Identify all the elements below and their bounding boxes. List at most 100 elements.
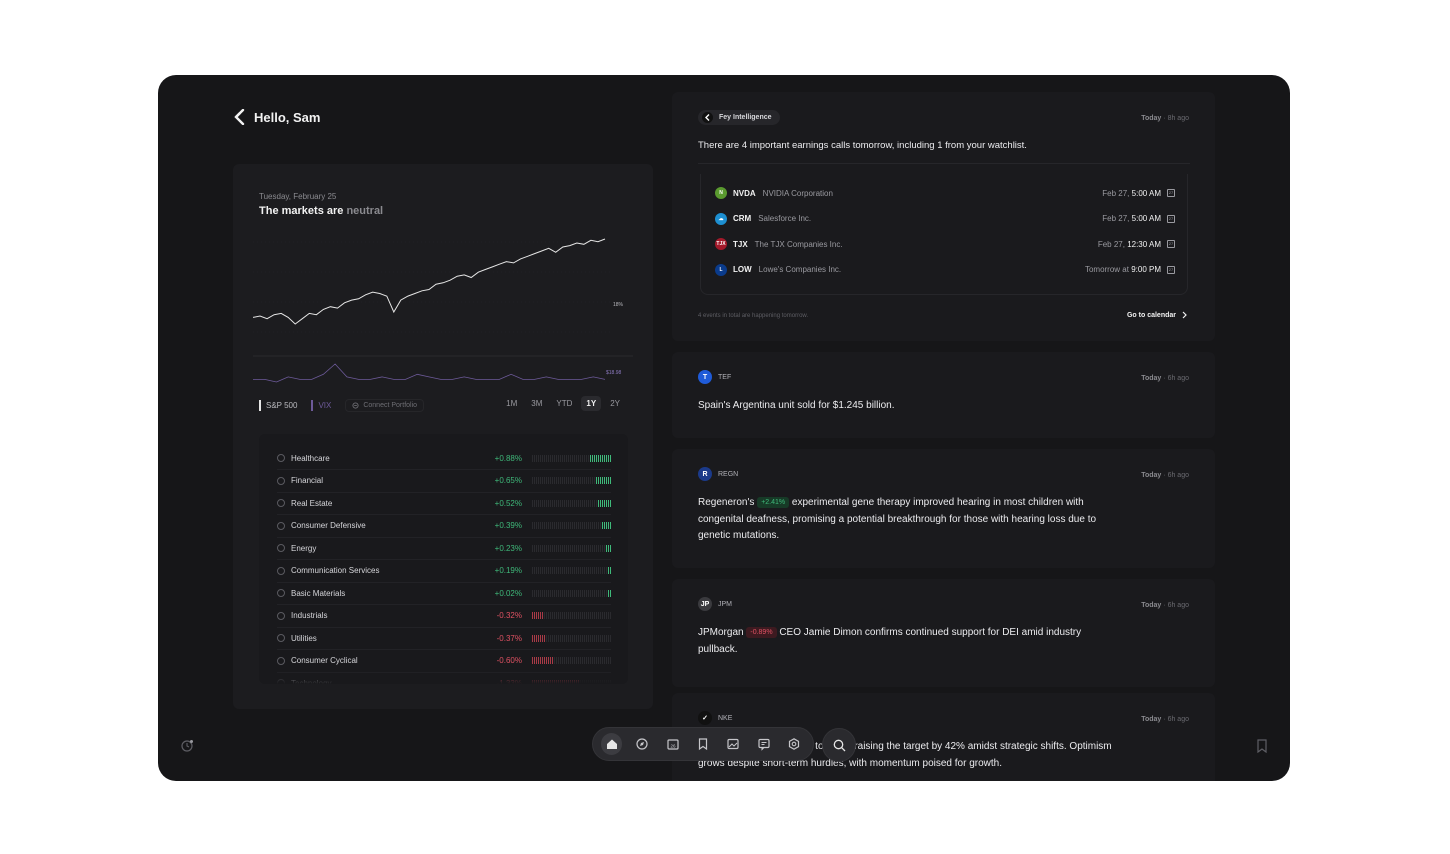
bottom-dock: 26 bbox=[592, 727, 814, 761]
news-ticker-tag: R REGN bbox=[698, 467, 738, 481]
range-3m[interactable]: 3M bbox=[526, 396, 547, 411]
add-to-calendar-icon[interactable]: 27 bbox=[1167, 240, 1175, 248]
fey-logo-icon bbox=[234, 109, 246, 125]
connect-portfolio-button[interactable]: Connect Portfolio bbox=[345, 399, 425, 412]
chevron-right-icon bbox=[1182, 311, 1187, 319]
news-card[interactable]: JP JPM Today · 6h ago JPMorgan -0.89% CEO J… bbox=[672, 579, 1215, 687]
earnings-company: NVIDIA Corporation bbox=[762, 188, 833, 198]
range-1y[interactable]: 1Y bbox=[581, 396, 602, 411]
sector-change: +0.39% bbox=[494, 521, 522, 530]
fey-intelligence-label: Fey Intelligence bbox=[719, 114, 772, 121]
legend-vix[interactable]: VIX bbox=[311, 400, 331, 411]
sector-icon bbox=[277, 634, 285, 642]
sector-change: +0.65% bbox=[494, 476, 522, 485]
sector-strength-bar bbox=[532, 477, 611, 484]
earnings-ticker: TJX bbox=[733, 239, 748, 249]
sector-name: Healthcare bbox=[291, 453, 330, 463]
sector-name: Real Estate bbox=[291, 498, 333, 508]
news-text: Spain's Argentina unit sold for $1.245 b… bbox=[698, 400, 895, 411]
earnings-row[interactable]: N NVDA NVIDIA Corporation Feb 27, 5:00 AM 27 bbox=[715, 184, 1175, 202]
news-ticker: REGN bbox=[718, 470, 739, 478]
company-logo-icon: R bbox=[698, 467, 712, 481]
dock-image-button[interactable] bbox=[723, 733, 744, 755]
news-time: Today · 6h ago bbox=[1141, 472, 1189, 479]
search-button[interactable] bbox=[822, 728, 856, 762]
vix-end-label: $18.98 bbox=[606, 370, 622, 376]
market-chart[interactable]: 18% $18.98 bbox=[253, 224, 633, 384]
sector-strength-bar bbox=[532, 544, 611, 552]
legend-vix-label: VIX bbox=[318, 401, 332, 410]
fey-intelligence-card[interactable]: Fey Intelligence Today · 8h ago There ar… bbox=[672, 92, 1215, 341]
dock-chat-button[interactable] bbox=[753, 733, 774, 755]
range-ytd[interactable]: YTD bbox=[551, 396, 577, 411]
sector-icon bbox=[277, 566, 285, 575]
sector-name: Energy bbox=[291, 543, 317, 553]
sector-change: +0.02% bbox=[494, 588, 522, 598]
news-time: Today · 6h ago bbox=[1141, 375, 1189, 382]
news-ticker: NKE bbox=[718, 714, 733, 722]
range-2y[interactable]: 2Y bbox=[605, 396, 625, 411]
earnings-row[interactable]: L LOW Lowe's Companies Inc. Tomorrow at 9:0… bbox=[715, 261, 1175, 279]
search-icon bbox=[833, 739, 845, 751]
dock-calendar-button[interactable]: 26 bbox=[662, 733, 683, 755]
sector-row[interactable]: Consumer Defensive +0.39% bbox=[277, 515, 611, 538]
dock-settings-button[interactable] bbox=[784, 733, 805, 755]
news-time: Today · 6h ago bbox=[1141, 602, 1189, 609]
connect-portfolio-label: Connect Portfolio bbox=[363, 402, 418, 409]
earnings-datetime: Feb 27, 5:00 AM bbox=[1102, 214, 1161, 223]
sector-row[interactable]: Healthcare +0.88% bbox=[277, 447, 611, 470]
sector-icon bbox=[277, 656, 285, 665]
sector-strength-bar bbox=[532, 567, 611, 574]
sector-performance-list: Healthcare +0.88% Financial +0.65% Real Esta… bbox=[259, 434, 628, 684]
sector-name: Consumer Cyclical bbox=[291, 656, 358, 665]
sector-row[interactable]: Financial +0.65% bbox=[277, 470, 611, 493]
market-status: neutral bbox=[346, 205, 384, 217]
sector-change: -0.32% bbox=[496, 611, 522, 620]
company-logo-icon: N bbox=[715, 187, 727, 199]
sector-row[interactable]: Communication Services +0.19% bbox=[277, 560, 611, 583]
add-to-calendar-icon[interactable]: 27 bbox=[1167, 214, 1175, 223]
news-card[interactable]: T TEF Today · 6h ago Spain's Argentina unit… bbox=[672, 352, 1215, 438]
range-1m[interactable]: 1M bbox=[501, 396, 522, 411]
market-date: Tuesday, February 25 bbox=[259, 192, 337, 201]
earnings-company: The TJX Companies Inc. bbox=[754, 239, 843, 249]
dock-home-button[interactable] bbox=[601, 733, 623, 755]
earnings-ticker: CRM bbox=[733, 214, 752, 223]
company-logo-icon: JP bbox=[698, 597, 712, 611]
dock-bookmark-button[interactable] bbox=[692, 733, 713, 755]
legend-sp500[interactable]: S&P 500 bbox=[259, 400, 297, 411]
company-logo-icon: T bbox=[698, 370, 712, 384]
add-to-calendar-icon[interactable]: 27 bbox=[1167, 189, 1175, 197]
sector-row[interactable]: Basic Materials +0.02% bbox=[277, 582, 611, 605]
price-change-chip: -0.89% bbox=[746, 627, 777, 638]
go-to-calendar-link[interactable]: Go to calendar bbox=[1127, 311, 1187, 319]
market-overview-panel: Tuesday, February 25 The markets are neu… bbox=[233, 164, 653, 709]
dock-compass-button[interactable] bbox=[631, 733, 652, 755]
market-headline: The markets are neutral bbox=[259, 205, 383, 217]
sector-row[interactable]: Industrials -0.32% bbox=[277, 605, 611, 628]
go-to-calendar-label: Go to calendar bbox=[1126, 311, 1176, 319]
sector-row[interactable]: Real Estate +0.52% bbox=[277, 492, 611, 515]
earnings-row[interactable]: ☁ CRM Salesforce Inc. Feb 27, 5:00 AM 27 bbox=[715, 210, 1175, 228]
bookmark-icon bbox=[698, 738, 708, 751]
news-time: Today · 6h ago bbox=[1141, 716, 1189, 723]
sector-change: -0.37% bbox=[496, 633, 522, 643]
sector-strength-bar bbox=[532, 657, 611, 664]
news-text: Regeneron's +2.41% experimental gene the… bbox=[698, 497, 1097, 541]
sector-row[interactable]: Utilities -0.37% bbox=[277, 627, 611, 650]
bookmark-add-icon[interactable] bbox=[1256, 739, 1268, 758]
add-to-calendar-icon[interactable]: 27 bbox=[1167, 265, 1175, 274]
sector-change: +0.88% bbox=[494, 453, 522, 463]
history-icon[interactable] bbox=[180, 739, 194, 758]
news-card[interactable]: R REGN Today · 6h ago Regeneron's +2.41% ex… bbox=[672, 449, 1215, 568]
company-logo-icon: ✓ bbox=[698, 711, 712, 725]
news-ticker: TEF bbox=[718, 373, 732, 381]
news-ticker-tag: T TEF bbox=[698, 370, 731, 384]
settings-icon bbox=[789, 738, 800, 750]
earnings-datetime: Tomorrow at 9:00 PM bbox=[1084, 265, 1161, 274]
earnings-row[interactable]: TJX TJX The TJX Companies Inc. Feb 27, 12:3… bbox=[715, 235, 1175, 253]
app-window: Hello, Sam Tuesday, February 25 The mark… bbox=[158, 75, 1290, 781]
sector-row[interactable]: Energy +0.23% bbox=[277, 537, 611, 560]
news-ticker-tag: JP JPM bbox=[698, 597, 732, 611]
sector-strength-bar bbox=[532, 589, 611, 597]
